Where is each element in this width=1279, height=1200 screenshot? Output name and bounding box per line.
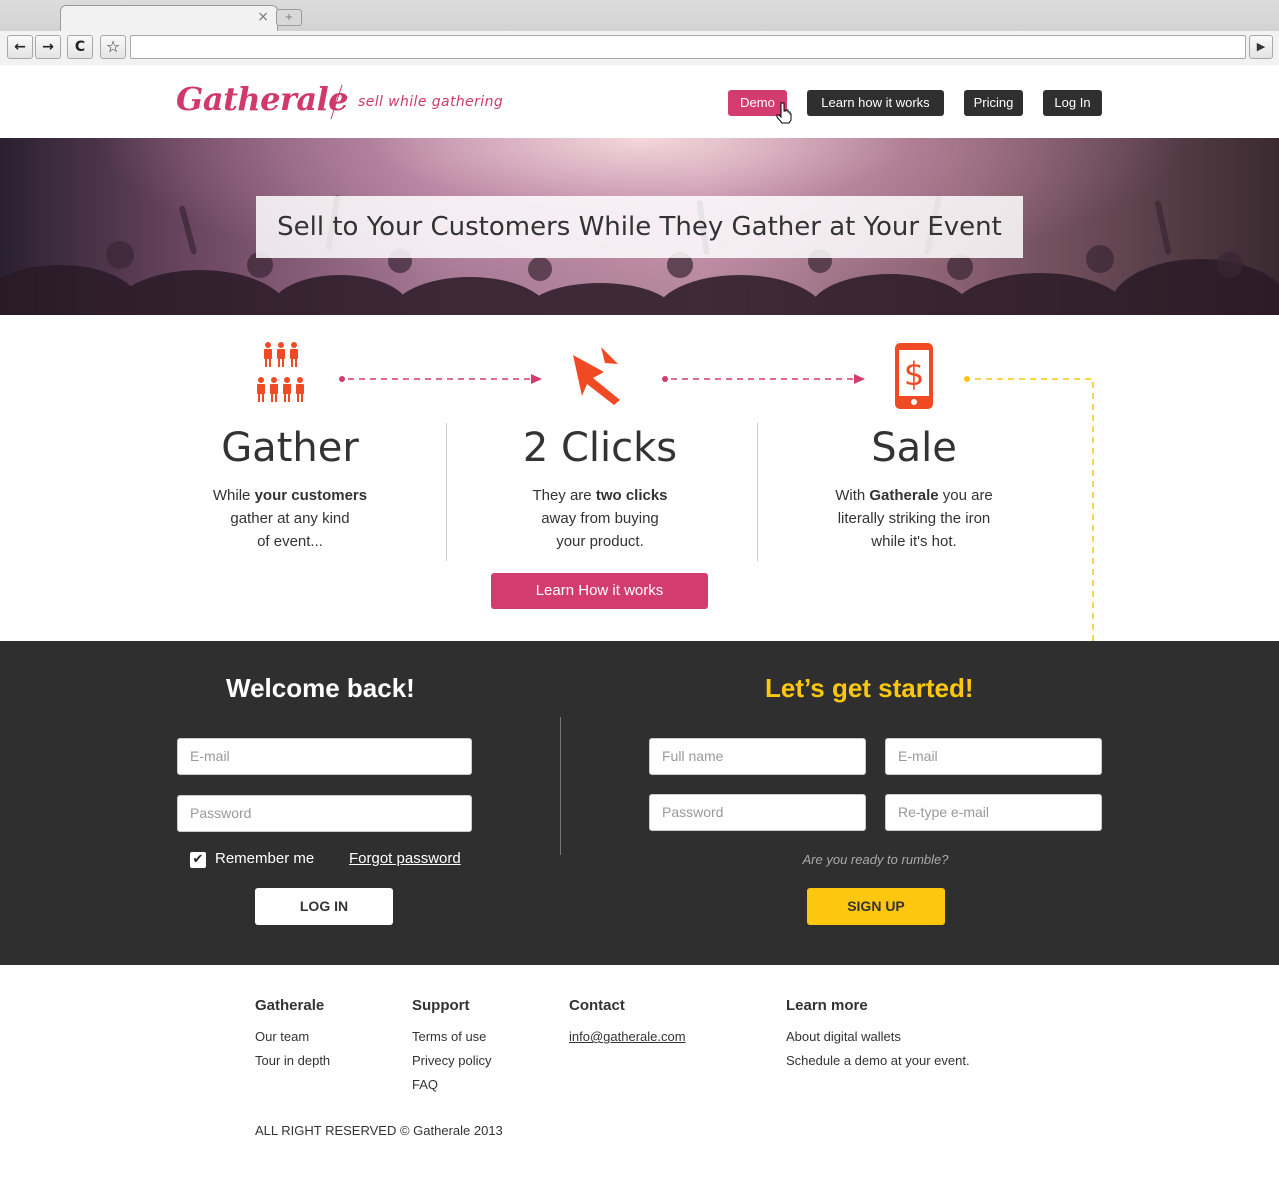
site-tagline: sell while gathering [358,94,504,110]
feature-title: Gather [221,425,359,471]
feature-divider [757,423,758,561]
remember-me-label[interactable]: Remember me [215,850,314,867]
auth-section: Welcome back! E-mail Password ✔ Remember… [0,641,1279,965]
remember-me-checkbox[interactable]: ✔ [190,852,206,868]
footer-link-schedule-demo[interactable]: Schedule a demo at your event. [786,1049,970,1073]
signup-email-field[interactable]: E-mail [885,738,1102,775]
pricing-button[interactable]: Pricing [964,90,1023,116]
footer-link-email[interactable]: info@gatherale.com [569,1025,686,1049]
forgot-password-link[interactable]: Forgot password [349,850,461,867]
reload-icon[interactable]: C [67,35,93,59]
learn-how-button[interactable]: Learn how it works [807,90,944,116]
login-nav-button[interactable]: Log In [1043,90,1102,116]
signup-password-field[interactable]: Password [649,794,866,831]
browser-tab[interactable]: × [60,5,278,31]
feature-sale: Sale With Gatherale you are literally str… [784,420,1044,553]
login-button[interactable]: LOG IN [255,888,393,925]
people-icon [257,342,304,402]
forms-divider [560,717,561,855]
bookmark-star-icon[interactable]: ☆ [100,35,126,59]
feature-text: They are two clicks away from buying your … [532,487,668,550]
footer-heading: Contact [569,997,625,1014]
footer-link-digital-wallets[interactable]: About digital wallets [786,1025,970,1049]
arrow-gather-to-clicks [339,374,542,384]
go-arrow-icon[interactable]: ▶ [1249,35,1273,59]
footer-column-gatherale: Gatherale Our team Tour in depth [255,997,330,1073]
new-tab-icon[interactable]: + [276,9,302,26]
hand-cursor-icon [776,102,792,124]
forward-arrow-icon[interactable]: → [35,35,61,59]
login-password-field[interactable]: Password [177,795,472,832]
hero-banner: Sell to Your Customers While They Gather… [0,138,1279,315]
footer-heading: Support [412,997,470,1014]
hero-title-box: Sell to Your Customers While They Gather… [256,196,1023,258]
svg-text:$: $ [904,355,924,393]
signup-prompt: Are you ready to rumble? [802,852,949,867]
feature-divider [446,423,447,561]
hero-title: Sell to Your Customers While They Gather… [277,212,1002,242]
browser-toolbar: ← → C ☆ ▶ [0,31,1279,65]
footer-link-terms[interactable]: Terms of use [412,1025,491,1049]
footer-link-privacy[interactable]: Privecy policy [412,1049,491,1073]
phone-dollar-icon: $ [895,343,933,409]
tab-close-icon[interactable]: × [257,9,269,25]
copyright: ALL RIGHT RESERVED © Gatherale 2013 [255,1123,503,1138]
signup-button[interactable]: SIGN UP [807,888,945,925]
footer-link-faq[interactable]: FAQ [412,1073,491,1097]
login-title: Welcome back! [226,673,415,703]
footer-column-learn-more: Learn more About digital wallets Schedul… [786,997,970,1073]
footer-heading: Learn more [786,997,868,1014]
feature-title: 2 Clicks [522,425,678,471]
feature-clicks: 2 Clicks They are two clicks away from bu… [470,420,730,553]
feature-text: With Gatherale you are literally striking… [835,487,993,550]
login-email-field[interactable]: E-mail [177,738,472,775]
cursor-arrow-icon [573,347,620,405]
feature-title: Sale [871,425,957,471]
browser-chrome: × + ← → C ☆ ▶ [0,0,1279,65]
footer-link-our-team[interactable]: Our team [255,1025,330,1049]
back-arrow-icon[interactable]: ← [7,35,33,59]
address-bar[interactable] [130,35,1246,59]
feature-gather: Gather While your customers gather at any… [160,420,420,553]
learn-how-it-works-button[interactable]: Learn How it works [491,573,708,609]
signup-retype-email-field[interactable]: Re-type e-mail [885,794,1102,831]
signup-title: Let’s get started! [765,673,974,703]
site-logo[interactable]: Gatherale [176,80,349,118]
feature-text: While your customers gather at any kind of… [212,487,368,550]
footer-column-contact: Contact info@gatherale.com [569,997,686,1049]
footer-link-tour[interactable]: Tour in depth [255,1049,330,1073]
arrow-clicks-to-sale [662,374,865,384]
signup-fullname-field[interactable]: Full name [649,738,866,775]
site-header: Gatherale sell while gathering Demo Lear… [0,66,1279,138]
footer-heading: Gatherale [255,997,325,1014]
footer-column-support: Support Terms of use Privecy policy FAQ [412,997,491,1097]
